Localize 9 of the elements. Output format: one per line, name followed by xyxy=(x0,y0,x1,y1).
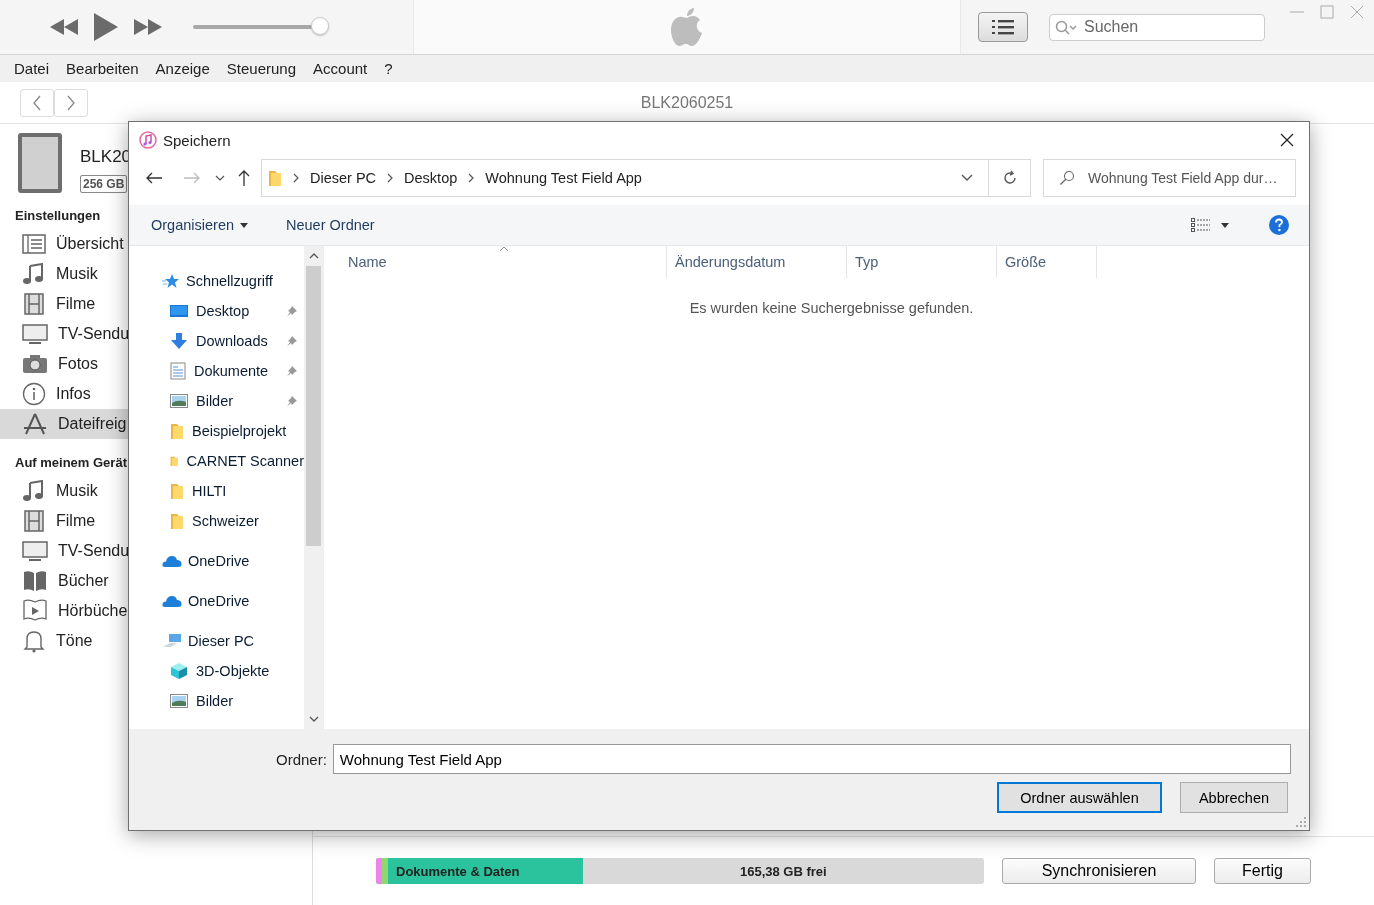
capacity-badge: 256 GB xyxy=(80,175,128,193)
free-space-label: 165,38 GB frei xyxy=(740,863,827,879)
section-heading: Auf meinem Gerät xyxy=(15,455,127,470)
device-title: BLK2060251 xyxy=(640,93,734,112)
folder-label: Ordner: xyxy=(276,750,327,768)
section-heading: Einstellungen xyxy=(15,208,101,223)
empty-message: Es wurden keine Suchergebnisse gefunden. xyxy=(689,300,974,316)
storage-label: Dokumente & Daten xyxy=(396,863,520,879)
dialog-title: Speichern xyxy=(163,131,231,149)
